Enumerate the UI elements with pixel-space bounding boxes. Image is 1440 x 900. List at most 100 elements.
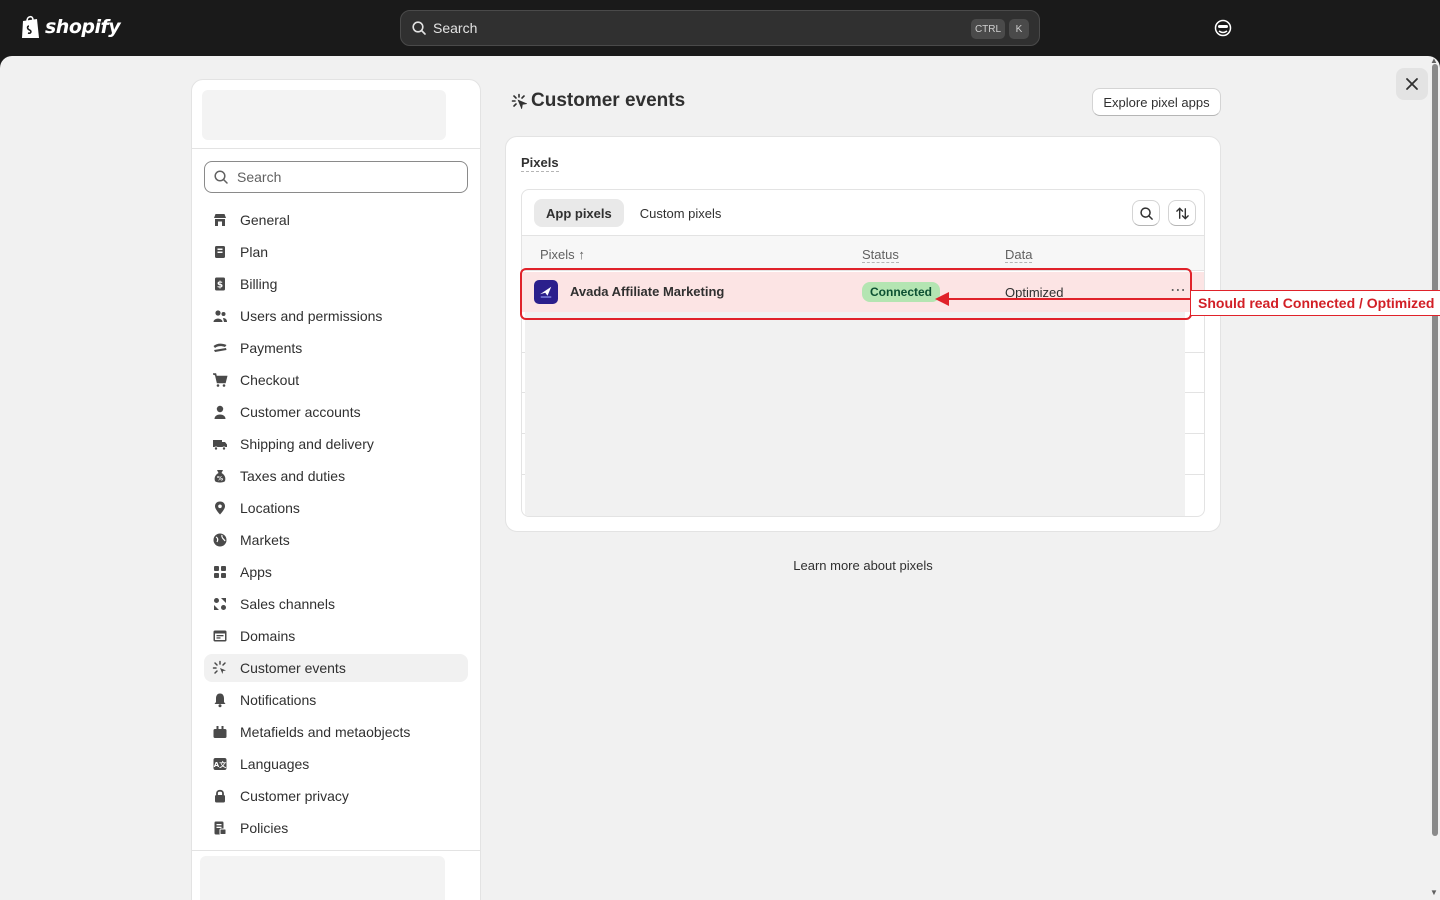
explore-pixel-apps-button[interactable]: Explore pixel apps (1092, 88, 1221, 116)
svg-text:%: % (217, 476, 223, 483)
sidebar-footer-placeholder (200, 856, 445, 900)
annotation-arrow (948, 298, 1190, 300)
sort-ascending-icon: ↑ (578, 247, 585, 262)
customer-events-icon (212, 660, 228, 676)
sidebar-item-apps[interactable]: Apps (204, 558, 468, 586)
sidebar-item-customer-accounts[interactable]: Customer accounts (204, 398, 468, 426)
global-search[interactable]: Search CTRL K (400, 10, 1040, 46)
sidebar-item-label: Checkout (240, 372, 300, 388)
annotation-label: Should read Connected / Optimized (1190, 290, 1440, 316)
pixels-table-container: App pixels Custom pixels Pixels ↑ Status… (521, 189, 1205, 517)
search-icon (1139, 206, 1153, 220)
sidebar-item-policies[interactable]: Policies (204, 814, 468, 842)
sort-icon (1175, 207, 1189, 219)
sidebar-item-label: Shipping and delivery (240, 436, 374, 452)
search-icon (412, 21, 426, 35)
metafields-icon (212, 724, 228, 740)
sidebar-item-users-and-permissions[interactable]: Users and permissions (204, 302, 468, 330)
sidebar-item-locations[interactable]: Locations (204, 494, 468, 522)
sidebar-item-label: Customer privacy (240, 788, 349, 804)
search-icon (214, 170, 228, 184)
person-icon (212, 404, 228, 420)
sidebar-item-languages[interactable]: A文 Languages (204, 750, 468, 778)
settings-search[interactable] (204, 161, 468, 193)
truck-icon (212, 436, 228, 452)
settings-search-input[interactable] (237, 169, 457, 185)
sidebar-item-shipping-and-delivery[interactable]: Shipping and delivery (204, 430, 468, 458)
pixels-card-title: Pixels (521, 155, 559, 172)
tab-custom-pixels[interactable]: Custom pixels (628, 199, 734, 227)
sidebar-item-general[interactable]: General (204, 206, 468, 234)
location-icon (212, 500, 228, 516)
sidebar-item-label: Customer events (240, 660, 346, 676)
sort-button[interactable] (1168, 200, 1196, 226)
settings-sidebar: General Plan $ Billing Users and permissions… (191, 79, 481, 900)
search-pixels-button[interactable] (1132, 200, 1160, 226)
column-header-status: Status (862, 247, 899, 263)
sidebar-item-label: Locations (240, 500, 300, 516)
sidebar-divider (192, 148, 480, 149)
bell-icon (212, 692, 228, 708)
sidebar-item-notifications[interactable]: Notifications (204, 686, 468, 714)
sidebar-item-label: Customer accounts (240, 404, 361, 420)
close-settings-button[interactable] (1396, 68, 1428, 100)
sidebar-item-label: Languages (240, 756, 310, 772)
sidebar-item-label: Metafields and metaobjects (240, 724, 411, 740)
table-header: Pixels ↑ Status Data (522, 235, 1204, 271)
sidebar-item-payments[interactable]: Payments (204, 334, 468, 362)
sidebar-item-plan[interactable]: Plan (204, 238, 468, 266)
sidebar-item-markets[interactable]: Markets (204, 526, 468, 554)
pixels-card: Pixels App pixels Custom pixels Pixels ↑… (505, 136, 1221, 532)
shopify-logo[interactable]: shopify (20, 14, 121, 40)
store-avatar-icon[interactable] (1214, 19, 1232, 37)
loading-overlay (525, 312, 1185, 516)
settings-nav: General Plan $ Billing Users and permissions… (204, 206, 468, 846)
sidebar-item-label: Sales channels (240, 596, 335, 612)
annotation-arrow-head (935, 292, 949, 306)
lock-icon (212, 788, 228, 804)
shopify-bag-icon (22, 15, 39, 38)
taxes-icon: % (212, 468, 228, 484)
customer-events-icon (511, 93, 527, 109)
sidebar-item-customer-events[interactable]: Customer events (204, 654, 468, 682)
cart-icon (212, 372, 228, 388)
sidebar-item-taxes-and-duties[interactable]: % Taxes and duties (204, 462, 468, 490)
globe-icon (212, 532, 228, 548)
sidebar-item-checkout[interactable]: Checkout (204, 366, 468, 394)
column-header-data: Data (1005, 247, 1033, 263)
store-header-placeholder (202, 90, 446, 140)
scroll-down-arrow-icon[interactable]: ▼ (1430, 888, 1438, 897)
column-header-pixels[interactable]: Pixels ↑ (540, 247, 585, 262)
store-icon (212, 212, 228, 228)
tab-app-pixels[interactable]: App pixels (534, 199, 624, 227)
sidebar-item-sales-channels[interactable]: Sales channels (204, 590, 468, 618)
sidebar-item-customer-privacy[interactable]: Customer privacy (204, 782, 468, 810)
settings-sheet: ▲ ▼ GeneralPlan$BillingUsers and permiss… (0, 56, 1440, 900)
shortcut-ctrl-key: CTRL (971, 19, 1005, 39)
sidebar-item-label: Taxes and duties (240, 468, 346, 484)
svg-text:$: $ (217, 281, 223, 291)
sidebar-item-label: Users and permissions (240, 308, 383, 324)
top-bar: shopify Search CTRL K (0, 0, 1440, 56)
billing-icon: $ (212, 276, 228, 292)
sidebar-item-label: Payments (240, 340, 303, 356)
learn-more-link[interactable]: Learn more about pixels (505, 558, 1221, 573)
sidebar-item-billing[interactable]: $ Billing (204, 270, 468, 298)
page-scrollbar[interactable] (1432, 64, 1438, 836)
shortcut-k-key: K (1009, 19, 1029, 39)
sidebar-item-label: General (240, 212, 290, 228)
sidebar-divider (192, 850, 480, 851)
svg-text:A文: A文 (214, 760, 227, 769)
payments-icon (212, 340, 228, 356)
sidebar-item-label: Markets (240, 532, 290, 548)
shopify-wordmark: shopify (45, 16, 121, 38)
sidebar-item-label: Notifications (240, 692, 317, 708)
sidebar-item-metafields-and-metaobjects[interactable]: Metafields and metaobjects (204, 718, 468, 746)
close-icon (1406, 78, 1418, 90)
plan-icon (212, 244, 228, 260)
policies-icon (212, 820, 228, 836)
column-header-pixels-label: Pixels (540, 247, 575, 262)
sidebar-item-label: Policies (240, 820, 289, 836)
sidebar-item-domains[interactable]: Domains (204, 622, 468, 650)
sidebar-item-label: Plan (240, 244, 269, 260)
